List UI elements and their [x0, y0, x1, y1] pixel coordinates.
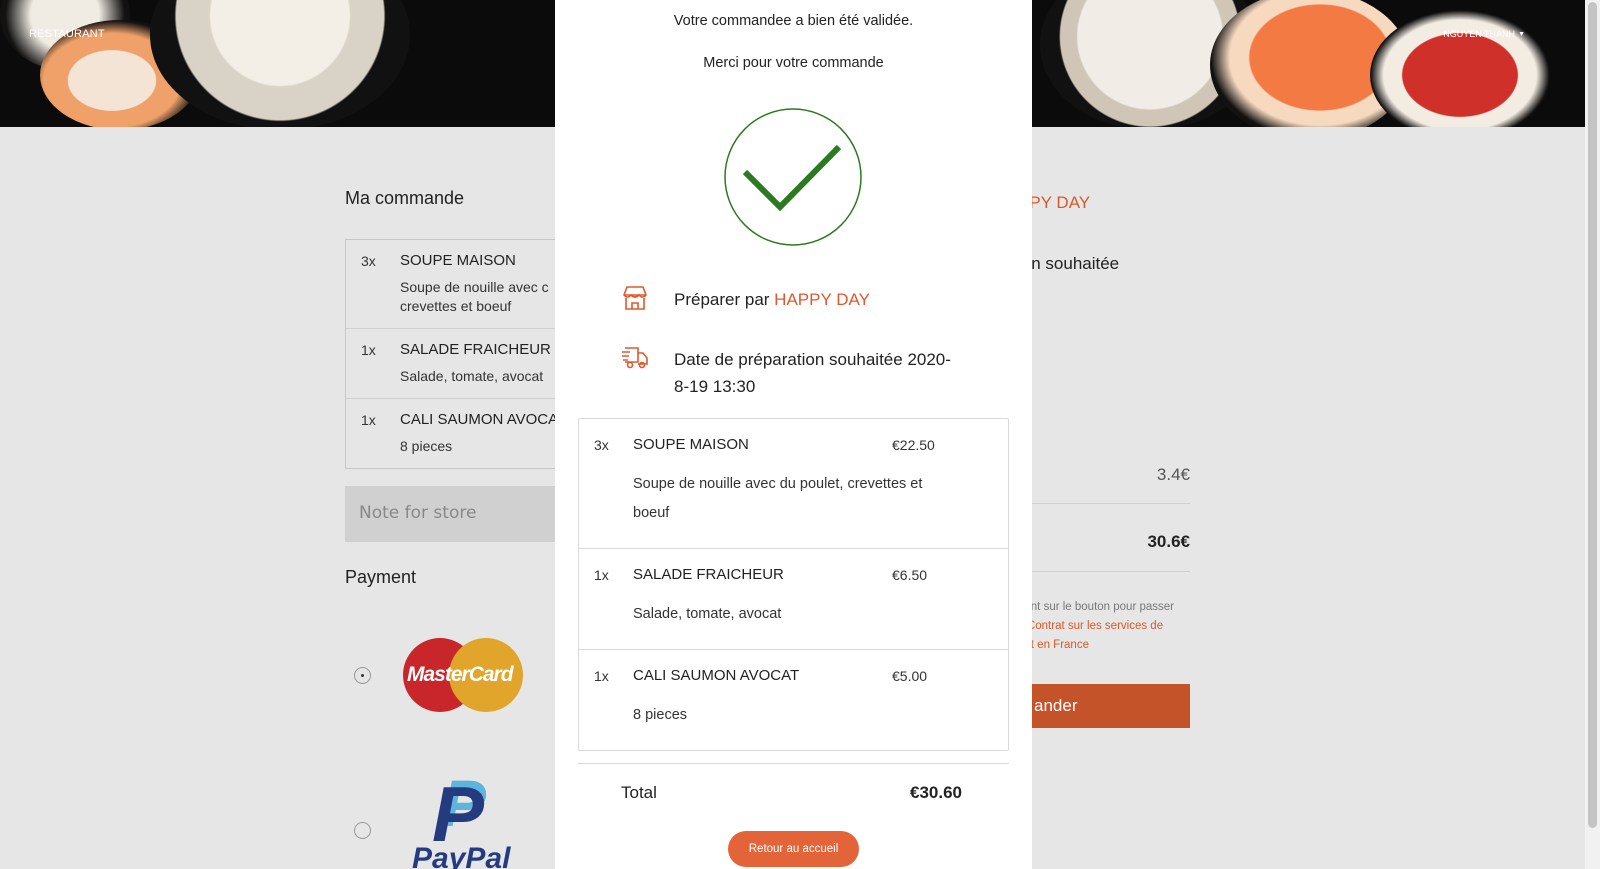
paypal-radio[interactable]: [354, 822, 371, 839]
item-description: Salade, tomate, avocat: [400, 368, 544, 384]
list-item: 1x CALI SAUMON AVOCA 8 pieces: [346, 399, 564, 468]
total-value: €30.60: [910, 783, 962, 802]
prepared-by-row: Préparer par HAPPY DAY: [621, 286, 964, 313]
divider: [1018, 571, 1190, 572]
store-note-input[interactable]: Note for store: [345, 486, 565, 542]
order-list: 3x SOUPE MAISON Soupe de nouille avec c …: [345, 239, 565, 469]
item-price: €6.50: [892, 567, 928, 583]
list-item: 1x SALADE FRAICHEUR €6.50 Salade, tomate…: [579, 549, 1008, 650]
item-description: Soupe de nouille avec c crevettes et boe…: [400, 279, 549, 314]
preparation-date: Date de préparation souhaitée 2020-8-19 …: [674, 350, 951, 396]
scrollbar[interactable]: [1585, 0, 1600, 869]
order-confirmation-modal: Votre commandee a bien été validée. Merc…: [555, 0, 1032, 869]
delivery-icon: [622, 347, 648, 369]
item-quantity: 3x: [594, 437, 609, 453]
preparation-date-row: Date de préparation souhaitée 2020-8-19 …: [621, 346, 964, 400]
item-name: SALADE FRAICHEUR: [400, 341, 551, 358]
confirmation-message: Votre commandee a bien été validée.: [673, 13, 914, 29]
item-quantity: 1x: [594, 668, 609, 684]
store-name: HAPPY DAY: [774, 290, 870, 309]
back-home-button[interactable]: Retour au accueil: [728, 831, 859, 867]
caret-down-icon: ▼: [1518, 30, 1525, 38]
item-quantity: 1x: [361, 342, 376, 358]
date-label-partial: ion souhaitée: [1018, 254, 1120, 273]
list-item: 3x SOUPE MAISON €22.50 Soupe de nouille …: [579, 419, 1008, 549]
paypal-wordmark: PayPal: [412, 842, 511, 869]
mastercard-wordmark: MasterCard: [407, 663, 514, 686]
item-description: 8 pieces: [400, 438, 453, 454]
item-name: SOUPE MAISON: [400, 252, 516, 269]
item-description: Salade, tomate, avocat: [633, 606, 782, 622]
list-item: 3x SOUPE MAISON Soupe de nouille avec c …: [346, 240, 564, 329]
scrollbar-thumb[interactable]: [1588, 2, 1597, 828]
list-item: 1x SALADE FRAICHEUR Salade, tomate, avoc…: [346, 329, 564, 399]
item-description: Soupe de nouille avec du poulet, crevett…: [633, 476, 923, 521]
service-fee: 3.4€: [1156, 465, 1190, 484]
user-name: NGUYEN THANH: [1443, 29, 1516, 39]
order-section-title: Ma commande: [345, 188, 465, 208]
store-icon: [623, 286, 647, 310]
prepared-by-label: Préparer par: [674, 290, 770, 309]
payment-section-title: Payment: [345, 567, 417, 587]
total-label: Total: [621, 783, 657, 802]
banner-image: [1370, 10, 1550, 127]
item-quantity: 1x: [361, 412, 376, 428]
order-button[interactable]: ander: [1018, 684, 1190, 728]
item-name: CALI SAUMON AVOCA: [400, 411, 559, 428]
divider: [1018, 503, 1190, 504]
user-menu[interactable]: NGUYEN THANH ▼: [1443, 29, 1525, 39]
item-name: SOUPE MAISON: [633, 436, 749, 453]
item-quantity: 3x: [361, 253, 376, 269]
mastercard-radio[interactable]: [354, 667, 371, 684]
item-price: €5.00: [892, 668, 928, 684]
order-total: 30.6€: [1147, 532, 1190, 551]
item-name: SALADE FRAICHEUR: [633, 566, 784, 583]
item-price: €22.50: [892, 437, 935, 453]
list-item: 1x CALI SAUMON AVOCAT €5.00 8 pieces: [579, 650, 1008, 750]
paypal-logo: PP PayPal: [412, 770, 522, 869]
mastercard-logo: MasterCard: [403, 638, 523, 712]
legal-text: uant sur le bouton pour passer z Contrat…: [1018, 601, 1174, 651]
contract-link[interactable]: Contrat sur les services de: [1027, 620, 1163, 632]
checkmark-icon: [724, 108, 862, 246]
brand-link[interactable]: RESTAURANT: [29, 28, 105, 40]
item-description: 8 pieces: [633, 707, 688, 723]
item-quantity: 1x: [594, 567, 609, 583]
thank-you-message: Merci pour votre commande: [703, 55, 884, 71]
divider: [578, 763, 1009, 764]
item-name: CALI SAUMON AVOCAT: [633, 667, 800, 684]
confirmed-items-list: 3x SOUPE MAISON €22.50 Soupe de nouille …: [578, 418, 1009, 751]
banner-image: [150, 0, 410, 127]
